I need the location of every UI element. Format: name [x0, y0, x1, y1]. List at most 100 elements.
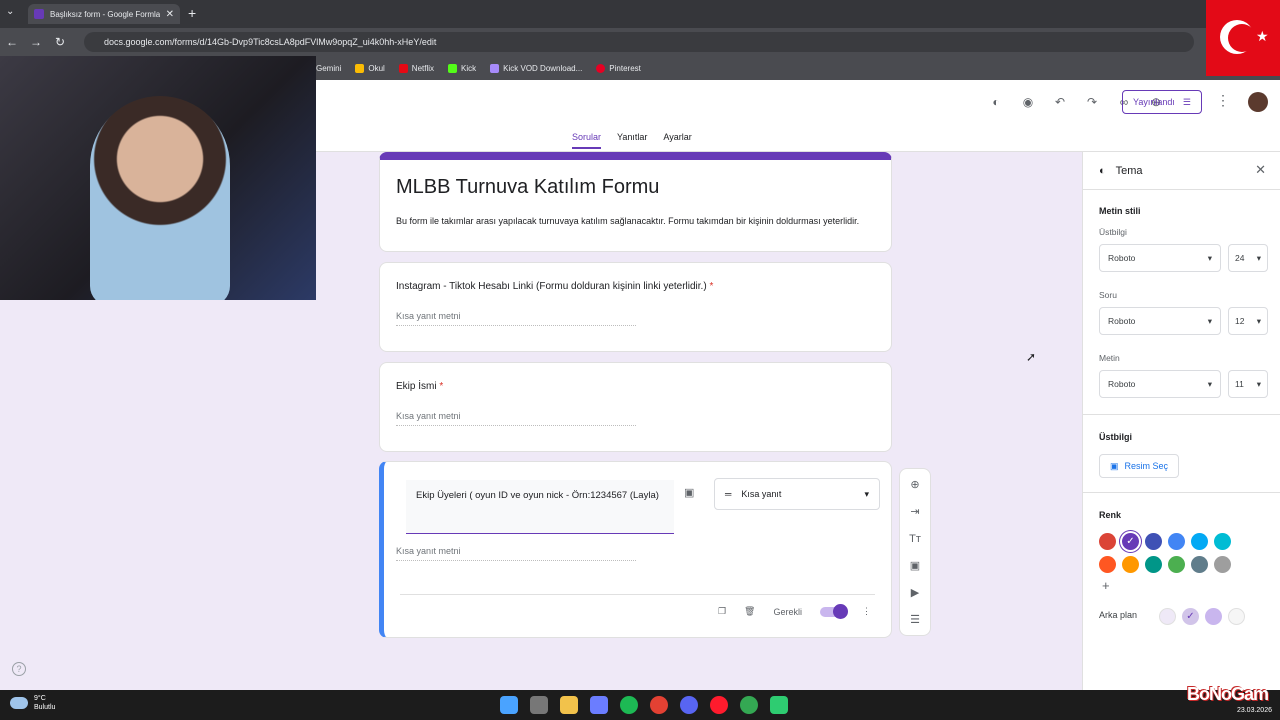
- bg-swatch[interactable]: [1205, 608, 1222, 625]
- question-card-instagram[interactable]: Instagram - Tiktok Hesabı Linki (Formu d…: [379, 262, 892, 352]
- bg-swatch-selected[interactable]: ✓: [1182, 608, 1199, 625]
- delete-icon[interactable]: 🗑: [744, 606, 755, 617]
- bookmark-pinterest[interactable]: Pinterest: [596, 63, 641, 73]
- file-explorer-icon[interactable]: [560, 696, 578, 714]
- forward-icon[interactable]: →: [24, 35, 48, 49]
- header-font-select[interactable]: Roboto ▾: [1099, 244, 1221, 272]
- bookmark-netflix[interactable]: Netflix: [398, 63, 434, 73]
- color-swatch-selected[interactable]: ✓: [1122, 533, 1139, 550]
- discord-icon[interactable]: [680, 696, 698, 714]
- dropdown-arrow-icon: ▾: [1207, 252, 1212, 263]
- short-answer-placeholder: Kısa yanıt metni: [396, 411, 636, 426]
- spotify-icon[interactable]: [620, 696, 638, 714]
- palette-icon: ◐: [1099, 164, 1106, 177]
- question-title: Instagram - Tiktok Hesabı Linki (Formu d…: [396, 281, 714, 292]
- close-tab-icon[interactable]: ✕: [166, 9, 174, 20]
- add-section-icon[interactable]: ☰: [905, 610, 925, 629]
- tab-responses[interactable]: Yanıtlar: [617, 132, 647, 149]
- chrome-icon[interactable]: [650, 696, 668, 714]
- more-vert-icon[interactable]: ⋮: [1216, 92, 1230, 109]
- palette-icon[interactable]: ◐: [986, 92, 1006, 112]
- choose-image-button[interactable]: ▣ Resim Seç: [1099, 454, 1180, 478]
- color-swatch[interactable]: [1122, 556, 1139, 573]
- redo-icon[interactable]: ↷: [1082, 92, 1102, 112]
- form-description[interactable]: Bu form ile takımlar arası yapılacak tur…: [396, 214, 866, 228]
- color-swatch[interactable]: [1214, 533, 1231, 550]
- color-swatch[interactable]: [1168, 556, 1185, 573]
- text-font-select[interactable]: Roboto ▾: [1099, 370, 1221, 398]
- kick-vod-icon: [490, 63, 500, 73]
- new-tab-icon[interactable]: +: [188, 5, 196, 21]
- back-icon[interactable]: ←: [0, 35, 24, 49]
- import-questions-icon[interactable]: ⇥: [905, 502, 925, 521]
- undo-icon[interactable]: ↶: [1050, 92, 1070, 112]
- required-toggle[interactable]: [820, 603, 848, 619]
- add-video-icon[interactable]: ▶: [905, 583, 925, 602]
- short-text-icon: ═: [725, 489, 732, 499]
- preview-icon[interactable]: ◉: [1018, 92, 1038, 112]
- theme-title: Tema: [1115, 164, 1143, 177]
- add-image-icon[interactable]: ▣: [905, 556, 925, 575]
- close-icon[interactable]: ✕: [1255, 162, 1266, 178]
- chrome-active-icon[interactable]: [740, 696, 758, 714]
- dropdown-arrow-icon: ▾: [1207, 315, 1212, 326]
- color-swatch[interactable]: [1191, 533, 1208, 550]
- taskbar-apps: [500, 696, 788, 714]
- bookmark-gemini[interactable]: Gemini: [316, 64, 341, 73]
- color-swatch[interactable]: [1099, 556, 1116, 573]
- color-swatch[interactable]: [1214, 556, 1231, 573]
- opera-icon[interactable]: [710, 696, 728, 714]
- bookmark-kick-vod[interactable]: Kick VOD Download...: [490, 63, 582, 73]
- add-image-icon[interactable]: ▣: [684, 486, 694, 499]
- question-title-input[interactable]: Ekip Üyeleri ( oyun ID ve oyun nick - Ör…: [406, 480, 674, 534]
- color-swatches-row-1: ✓: [1099, 533, 1231, 550]
- bookmark-okul[interactable]: Okul: [355, 63, 385, 73]
- text-size-select[interactable]: 11 ▾: [1228, 370, 1268, 398]
- custom-color-plus-icon[interactable]: +: [1102, 578, 1110, 593]
- background-label: Arka plan: [1099, 610, 1138, 620]
- duplicate-icon[interactable]: ❐: [718, 606, 726, 617]
- question-card-team-name[interactable]: Ekip İsmi * Kısa yanıt metni: [379, 362, 892, 452]
- start-icon[interactable]: [500, 696, 518, 714]
- reload-icon[interactable]: ↻: [48, 35, 72, 49]
- question-card-team-members[interactable]: Ekip Üyeleri ( oyun ID ve oyun nick - Ör…: [379, 461, 892, 638]
- help-icon[interactable]: ?: [12, 662, 26, 676]
- bg-swatch[interactable]: [1228, 608, 1245, 625]
- app-icon[interactable]: [770, 696, 788, 714]
- question-size-select[interactable]: 12 ▾: [1228, 307, 1268, 335]
- color-swatch[interactable]: [1145, 556, 1162, 573]
- question-font-select[interactable]: Roboto ▾: [1099, 307, 1221, 335]
- url-field[interactable]: docs.google.com/forms/d/14Gb-Dvp9Tic8csL…: [84, 32, 1194, 52]
- dropdown-arrow-icon: ▾: [1256, 315, 1261, 326]
- copilot-icon[interactable]: [590, 696, 608, 714]
- browser-tab[interactable]: Başlıksız form - Google Formlar ✕: [28, 4, 180, 24]
- color-swatches-row-2: [1099, 556, 1231, 573]
- color-swatch[interactable]: [1168, 533, 1185, 550]
- tune-icon: ☰: [1182, 96, 1191, 107]
- header-size-select[interactable]: 24 ▾: [1228, 244, 1268, 272]
- publish-button[interactable]: Yayınlandı ☰: [1122, 90, 1202, 114]
- add-question-icon[interactable]: ⊕: [905, 475, 925, 494]
- avatar[interactable]: [1248, 92, 1268, 112]
- form-title-card[interactable]: MLBB Turnuva Katılım Formu Bu form ile t…: [379, 152, 892, 252]
- tab-search-icon[interactable]: ⌄: [6, 6, 14, 17]
- color-swatch[interactable]: [1191, 556, 1208, 573]
- floating-toolbar: ⊕ ⇥ Tт ▣ ▶ ☰: [899, 468, 931, 636]
- bookmark-kick[interactable]: Kick: [448, 63, 476, 73]
- task-view-icon[interactable]: [530, 696, 548, 714]
- tab-questions[interactable]: Sorular: [572, 132, 602, 149]
- mouse-cursor-icon: ➚: [1026, 350, 1037, 364]
- page-background-left: [0, 300, 316, 690]
- tab-settings[interactable]: Ayarlar: [663, 132, 691, 149]
- image-icon: ▣: [1110, 460, 1119, 471]
- question-type-dropdown[interactable]: ═ Kısa yanıt ▾: [714, 478, 880, 510]
- short-answer-placeholder: Kısa yanıt metni: [396, 546, 636, 561]
- color-swatch[interactable]: [1145, 533, 1162, 550]
- add-title-icon[interactable]: Tт: [905, 529, 925, 548]
- required-label: Gerekli: [773, 606, 802, 617]
- form-title[interactable]: MLBB Turnuva Katılım Formu: [396, 176, 659, 199]
- color-swatch[interactable]: [1099, 533, 1116, 550]
- more-options-icon[interactable]: ⋮: [862, 606, 871, 617]
- bg-swatch[interactable]: [1159, 608, 1176, 625]
- weather-widget[interactable]: 9°C Bulutlu: [10, 694, 55, 712]
